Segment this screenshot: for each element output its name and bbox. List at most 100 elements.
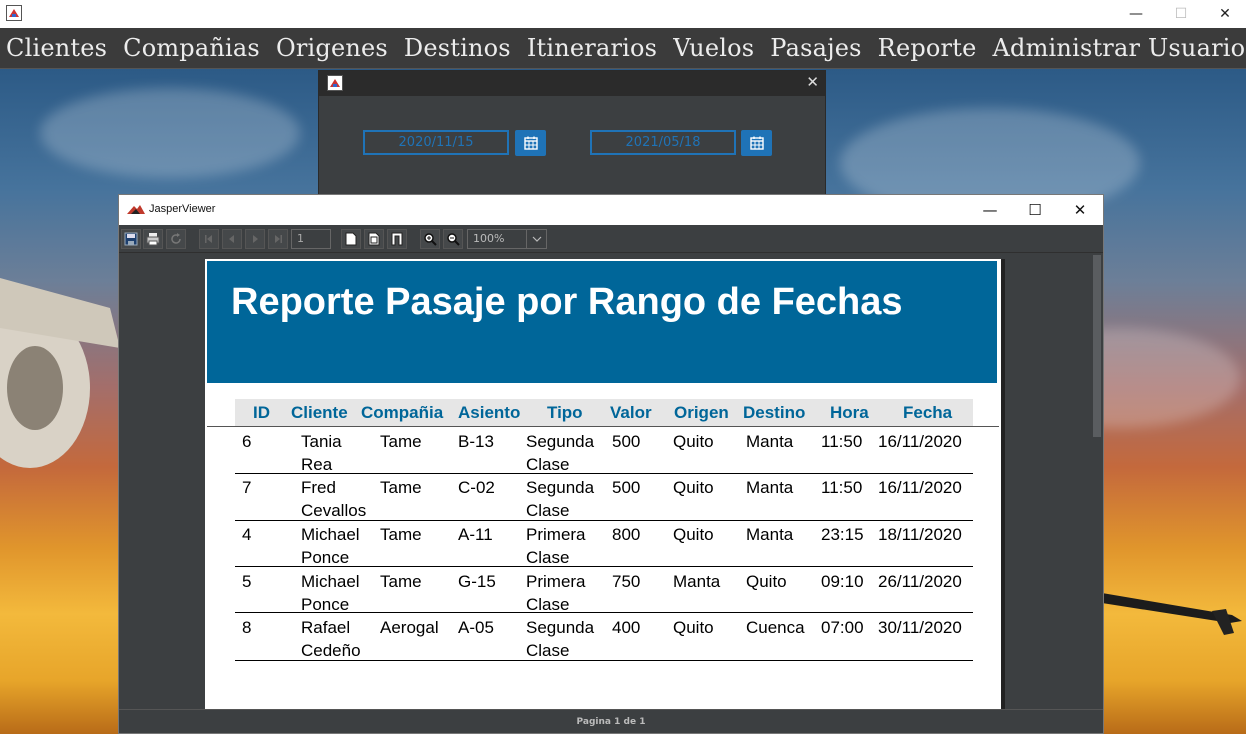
- cell-tipo: Segunda Clase: [526, 478, 595, 520]
- menu-pasajes[interactable]: Pasajes: [770, 34, 861, 62]
- first-page-icon: [205, 235, 212, 243]
- zoom-in-button[interactable]: [420, 229, 440, 249]
- save-button[interactable]: [121, 229, 141, 249]
- cell-tipo: Segunda Clase: [526, 618, 595, 660]
- zoom-out-icon: [447, 233, 460, 246]
- column-header-valor: Valor: [610, 403, 652, 422]
- cell-fecha: 26/11/2020: [878, 572, 962, 591]
- print-button[interactable]: [143, 229, 163, 249]
- cell-asiento: A-11: [458, 525, 493, 544]
- cell-id: 5: [242, 572, 252, 591]
- fit-page-button[interactable]: [364, 229, 384, 249]
- cell-cliente: Michael Ponce: [301, 525, 360, 567]
- scrollbar-thumb[interactable]: [1093, 255, 1101, 437]
- cell-fecha: 18/11/2020: [878, 525, 962, 544]
- cell-origen: Quito: [673, 432, 714, 451]
- app-titlebar: — ☐ ✕: [0, 0, 1246, 28]
- fit-page-icon: [368, 232, 380, 246]
- maximize-button[interactable]: ☐: [1158, 0, 1204, 28]
- jasper-logo-icon: [127, 205, 145, 214]
- viewer-toolbar: 1 100%: [119, 225, 1103, 253]
- menu-clientes[interactable]: Clientes: [6, 34, 107, 62]
- cell-hora: 23:15: [821, 525, 864, 544]
- cell-hora: 09:10: [821, 572, 864, 591]
- cell-id: 6: [242, 432, 252, 451]
- minimize-button[interactable]: —: [1113, 0, 1159, 28]
- cell-origen: Quito: [673, 618, 714, 637]
- report-page: Reporte Pasaje por Rango de Fechas ID Cl…: [205, 259, 1001, 710]
- cell-id: 4: [242, 525, 252, 544]
- cell-valor: 400: [612, 618, 641, 637]
- dialog-close-button[interactable]: ✕: [806, 73, 819, 91]
- row-divider: [235, 473, 973, 474]
- previous-page-button[interactable]: [222, 229, 242, 249]
- cell-destino: Quito: [746, 572, 787, 591]
- zoom-in-icon: [424, 233, 437, 246]
- menu-destinos[interactable]: Destinos: [404, 34, 511, 62]
- cell-compania: Aerogal: [380, 618, 439, 637]
- date-from-field[interactable]: 2020/11/15: [363, 130, 509, 155]
- fit-width-icon: [391, 232, 403, 246]
- menu-bar: Clientes Compañias Origenes Destinos Iti…: [0, 28, 1246, 69]
- date-from-calendar-button[interactable]: [515, 130, 546, 156]
- menu-origenes[interactable]: Origenes: [276, 34, 388, 62]
- cell-cliente: Fred Cevallos: [301, 478, 367, 520]
- date-to-calendar-button[interactable]: [741, 130, 772, 156]
- cell-valor: 500: [612, 478, 641, 497]
- first-page-button[interactable]: [199, 229, 219, 249]
- cell-id: 8: [242, 618, 252, 637]
- column-header-asiento: Asiento: [458, 403, 521, 422]
- column-header-destino: Destino: [743, 403, 806, 422]
- chevron-down-icon[interactable]: [526, 230, 546, 248]
- cell-destino: Manta: [746, 478, 794, 497]
- fit-width-button[interactable]: [387, 229, 407, 249]
- cell-fecha: 30/11/2020: [878, 618, 962, 637]
- reload-icon: [171, 233, 181, 244]
- menu-reporte[interactable]: Reporte: [878, 34, 977, 62]
- menu-administrar-usuarios[interactable]: Administrar Usuarios: [992, 34, 1246, 62]
- column-header-fecha: Fecha: [903, 403, 953, 422]
- actual-size-button[interactable]: [341, 229, 361, 249]
- print-icon: [146, 233, 160, 246]
- cell-asiento: A-05: [458, 618, 494, 637]
- airplane-image: [1102, 593, 1242, 635]
- cell-compania: Tame: [380, 525, 422, 544]
- column-header-hora: Hora: [830, 403, 869, 422]
- dialog-titlebar: ✕: [319, 71, 825, 96]
- zoom-value: 100%: [473, 232, 505, 245]
- cell-compania: Tame: [380, 478, 422, 497]
- menu-companias[interactable]: Compañias: [123, 34, 260, 62]
- cell-asiento: B-13: [458, 432, 494, 451]
- zoom-select[interactable]: 100%: [467, 229, 547, 249]
- cell-fecha: 16/11/2020: [878, 478, 962, 497]
- row-divider: [235, 660, 973, 661]
- menu-itinerarios[interactable]: Itinerarios: [527, 34, 657, 62]
- column-header-id: ID: [253, 403, 270, 422]
- zoom-out-button[interactable]: [443, 229, 463, 249]
- date-to-field[interactable]: 2021/05/18: [590, 130, 736, 155]
- page-number-input[interactable]: 1: [291, 229, 331, 249]
- column-header-origen: Origen: [674, 403, 729, 422]
- report-title: Reporte Pasaje por Rango de Fechas: [231, 281, 903, 323]
- viewer-minimize-button[interactable]: —: [967, 195, 1013, 225]
- cell-origen: Quito: [673, 525, 714, 544]
- row-divider: [235, 566, 973, 567]
- reload-button[interactable]: [166, 229, 186, 249]
- next-page-icon: [253, 235, 258, 243]
- vertical-scrollbar[interactable]: [1091, 253, 1103, 710]
- menu-vuelos[interactable]: Vuelos: [673, 34, 754, 62]
- close-button[interactable]: ✕: [1202, 0, 1246, 28]
- jasper-viewer-title: JasperViewer: [149, 203, 216, 215]
- viewer-close-button[interactable]: ✕: [1057, 195, 1103, 225]
- cell-destino: Cuenca: [746, 618, 805, 637]
- save-icon: [124, 232, 138, 246]
- last-page-button[interactable]: [268, 229, 288, 249]
- column-header-tipo: Tipo: [547, 403, 583, 422]
- calendar-icon: [749, 136, 764, 150]
- cell-tipo: Segunda Clase: [526, 432, 595, 474]
- next-page-button[interactable]: [245, 229, 265, 249]
- viewer-maximize-button[interactable]: ☐: [1012, 195, 1058, 225]
- cell-cliente: Tania Rea: [301, 432, 342, 474]
- cell-tipo: Primera Clase: [526, 525, 586, 567]
- page-status: Pagina 1 de 1: [119, 709, 1103, 733]
